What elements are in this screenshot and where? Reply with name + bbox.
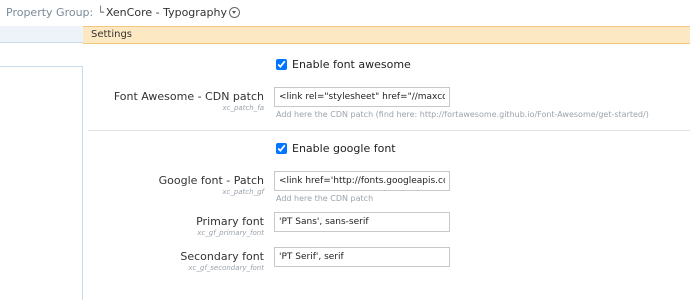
secondary-font-input[interactable] <box>274 247 450 267</box>
enable-google-font-option[interactable]: Enable google font <box>276 142 396 155</box>
property-group-bar: Property Group: └ XenCore - Typography <box>0 0 690 24</box>
google-font-patch-hint: Add here the CDN patch <box>276 194 374 203</box>
sidebar-panel <box>0 66 83 300</box>
secondary-font-key: xc_gf_secondary_font <box>188 264 264 272</box>
enable-google-font-label: Enable google font <box>292 142 396 155</box>
property-group-label: Property Group: <box>6 5 94 19</box>
enable-font-awesome-checkbox[interactable] <box>276 59 287 70</box>
google-font-patch-label: Google font - Patch <box>158 174 264 187</box>
settings-header: Settings <box>83 26 690 44</box>
font-awesome-cdn-key: xc_patch_fa <box>222 104 264 112</box>
font-awesome-cdn-label: Font Awesome - CDN patch <box>113 90 264 103</box>
sidebar-tab-strip <box>0 26 83 43</box>
enable-google-font-checkbox[interactable] <box>276 143 287 154</box>
enable-font-awesome-label: Enable font awesome <box>292 58 411 71</box>
property-group-value[interactable]: XenCore - Typography <box>106 6 227 19</box>
section-divider <box>88 130 690 131</box>
corner-glyph: └ <box>97 5 104 19</box>
secondary-font-label: Secondary font <box>180 250 264 263</box>
font-awesome-cdn-hint: Add here the CDN patch (find here: http:… <box>276 110 649 119</box>
google-font-patch-key: xc_patch_gf <box>222 188 264 196</box>
enable-font-awesome-option[interactable]: Enable font awesome <box>276 58 411 71</box>
primary-font-label: Primary font <box>196 215 264 228</box>
chevron-down-circle-icon[interactable] <box>229 6 241 18</box>
google-font-patch-input[interactable] <box>274 171 450 191</box>
primary-font-key: xc_gf_primary_font <box>197 229 264 237</box>
primary-font-input[interactable] <box>274 212 450 232</box>
font-awesome-cdn-input[interactable] <box>274 87 450 107</box>
